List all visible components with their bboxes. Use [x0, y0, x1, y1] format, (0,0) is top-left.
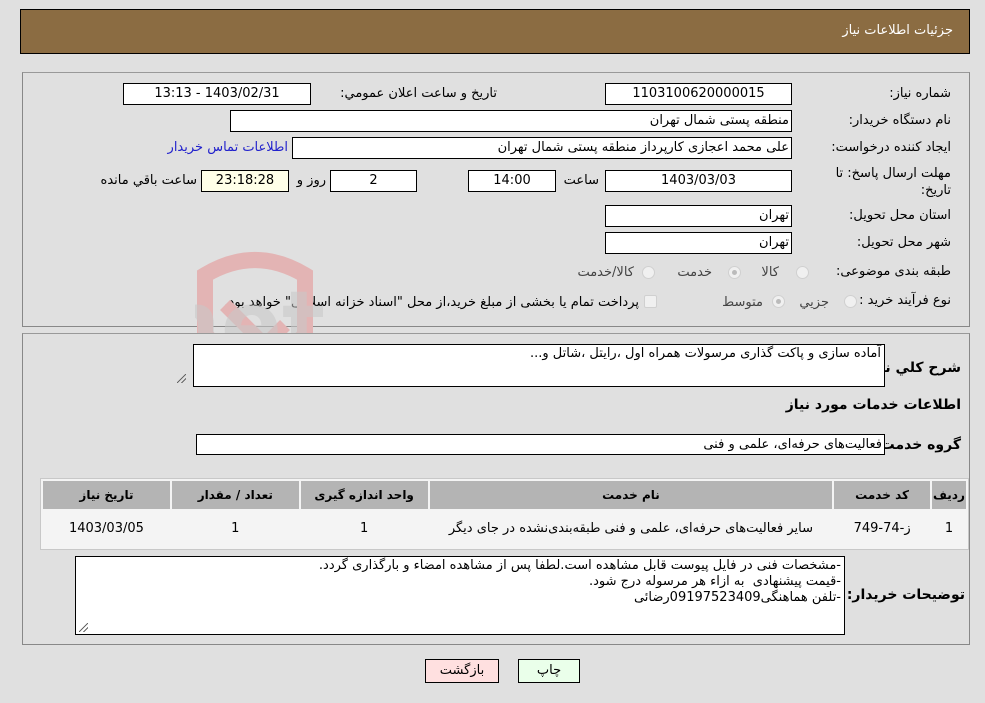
deadline-time-field[interactable]: 14:00: [468, 170, 556, 192]
province-label: استان محل تحویل:: [849, 208, 951, 223]
page-title: جزئیات اطلاعات نیاز: [842, 23, 953, 38]
days-label: روز و: [296, 173, 326, 188]
treasury-checkbox[interactable]: [644, 295, 657, 308]
category-radio-goods-service[interactable]: [642, 266, 655, 279]
treasury-note: پرداخت تمام یا بخشی از مبلغ خرید،از محل …: [224, 295, 639, 310]
announce-datetime-field[interactable]: 1403/02/31 - 13:13: [123, 83, 311, 105]
cell-service-name: سایر فعالیت‌های حرفه‌ای، علمی و فنی طبقه…: [429, 511, 833, 547]
need-number-field[interactable]: 1103100620000015: [605, 83, 792, 105]
buyer-org-label: نام دستگاه خریدار:: [848, 113, 951, 128]
summary-textarea[interactable]: آماده سازی و پاکت گذاری مرسولات همراه او…: [193, 344, 885, 387]
services-heading: اطلاعات خدمات مورد نياز: [785, 397, 961, 413]
remaining-days-field[interactable]: 2: [330, 170, 417, 192]
province-field[interactable]: تهران: [605, 205, 792, 227]
cell-row-number: 1: [931, 511, 966, 547]
cell-service-code: ز-74-749: [834, 511, 930, 547]
print-button[interactable]: چاپ: [518, 659, 580, 683]
cell-need-date: 1403/03/05: [43, 511, 170, 547]
cell-unit: 1: [300, 511, 428, 547]
col-unit: واحد اندازه گیری: [300, 481, 428, 509]
requester-label: ایجاد کننده درخواست:: [831, 140, 951, 155]
purchase-option-medium: متوسط: [722, 295, 763, 310]
deadline-time-label: ساعت: [563, 173, 599, 188]
col-service-name: نام خدمت: [429, 481, 833, 509]
service-group-field[interactable]: فعالیت‌های حرفه‌ای، علمی و فنی: [196, 434, 885, 455]
col-row-number: ردیف: [931, 481, 966, 509]
remaining-time-field[interactable]: 23:18:28: [201, 170, 289, 192]
category-option-goods: کالا: [761, 265, 779, 280]
requester-field[interactable]: علی محمد اعجازی کارپرداز منطقه پستی شمال…: [292, 137, 792, 159]
summary-resize-grip-icon[interactable]: [177, 374, 186, 383]
purchase-radio-medium[interactable]: [772, 295, 785, 308]
back-button[interactable]: بازگشت: [425, 659, 499, 683]
col-need-date: تاریخ نیاز: [43, 481, 170, 509]
deadline-date-field[interactable]: 1403/03/03: [605, 170, 792, 192]
purchase-option-minor: جزيي: [799, 295, 829, 310]
category-label: طبقه بندی موضوعی:: [835, 264, 951, 279]
purchase-radio-minor[interactable]: [844, 295, 857, 308]
category-radio-service[interactable]: [728, 266, 741, 279]
services-table: ردیف کد خدمت نام خدمت واحد اندازه گیری ت…: [40, 478, 969, 550]
city-field[interactable]: تهران: [605, 232, 792, 254]
deadline-label: مهلت ارسال پاسخ: تا تاریخ:: [835, 166, 951, 198]
remaining-time-label: ساعت باقي مانده: [100, 173, 197, 188]
col-quantity: تعداد / مقدار: [171, 481, 299, 509]
city-label: شهر محل تحویل:: [856, 235, 951, 250]
purchase-type-label: نوع فرآیند خرید :: [859, 293, 951, 308]
need-info-panel: شماره نیاز: 1103100620000015 تاریخ و ساع…: [22, 72, 970, 327]
category-option-service: خدمت: [677, 265, 712, 280]
cell-quantity: 1: [171, 511, 299, 547]
col-service-code: کد خدمت: [834, 481, 930, 509]
services-table-header: ردیف کد خدمت نام خدمت واحد اندازه گیری ت…: [43, 481, 966, 509]
buyer-contact-link[interactable]: اطلاعات تماس خریدار: [168, 140, 288, 155]
need-number-label: شماره نیاز:: [889, 86, 951, 101]
service-group-label: گروه خدمت:: [875, 437, 961, 453]
page-header: جزئیات اطلاعات نیاز: [20, 9, 970, 54]
notes-resize-grip-icon[interactable]: [79, 623, 88, 632]
category-radio-goods[interactable]: [796, 266, 809, 279]
need-details-panel: شرح كلي نياز: آماده سازی و پاکت گذاری مر…: [22, 333, 970, 645]
category-option-goods-service: کالا/خدمت: [577, 265, 634, 280]
table-row: 1 ز-74-749 سایر فعالیت‌های حرفه‌ای، علمی…: [43, 511, 966, 547]
buyer-org-field[interactable]: منطقه پستی شمال تهران: [230, 110, 792, 132]
announce-datetime-label: تاریخ و ساعت اعلان عمومي:: [340, 86, 497, 101]
buyer-notes-textarea[interactable]: -مشخصات فنی در فایل پیوست قابل مشاهده اس…: [75, 556, 845, 635]
buyer-notes-label: توضیحات خریدار:: [846, 587, 965, 603]
